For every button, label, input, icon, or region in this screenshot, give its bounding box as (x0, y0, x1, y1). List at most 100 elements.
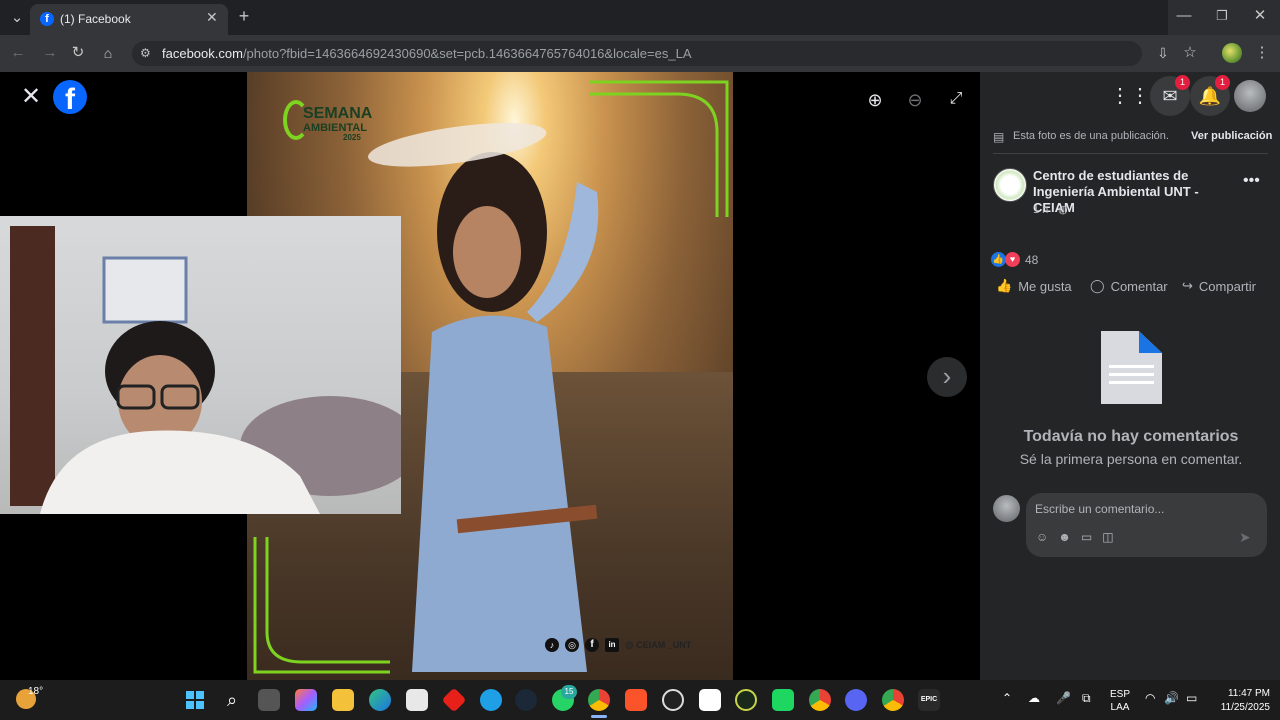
back-icon[interactable]: ← (8, 43, 28, 63)
brave-icon[interactable] (625, 689, 647, 711)
copilot-icon[interactable] (295, 689, 317, 711)
wifi-icon[interactable]: ◠ (1145, 691, 1155, 705)
forward-icon[interactable]: → (40, 43, 60, 63)
restore-icon[interactable]: ❐ (1212, 6, 1232, 26)
facebook-logo-icon[interactable]: f (53, 80, 87, 114)
facebook-small-icon: f (585, 638, 599, 652)
doc-icon: ▤ (993, 130, 1005, 144)
fullscreen-icon[interactable]: ⤢ (945, 90, 967, 112)
comment-label: Comentar (1110, 278, 1168, 294)
green-app-icon[interactable] (772, 689, 794, 711)
bookmark-star-icon[interactable]: ☆ (1180, 43, 1200, 63)
avatar-sticker-icon[interactable]: ☺ (1036, 530, 1048, 544)
obs-icon[interactable] (662, 689, 684, 711)
like-button[interactable]: 👍 Me gusta (996, 276, 1086, 296)
profile-avatar[interactable] (1222, 43, 1242, 63)
tab-close-icon[interactable]: ✕ (206, 9, 218, 26)
task-view-icon[interactable] (258, 689, 280, 711)
share-button[interactable]: ↪ Compartir (1182, 276, 1278, 296)
comment-button[interactable]: ◯ Comentar (1090, 276, 1180, 296)
store-icon[interactable] (406, 689, 428, 711)
facebook-favicon-icon: f (40, 12, 54, 26)
volume-icon[interactable]: 🔊 (1164, 691, 1179, 705)
next-photo-button[interactable]: › (927, 357, 967, 397)
url-domain: facebook.com (162, 46, 243, 61)
edge-icon[interactable] (369, 689, 391, 711)
thumbs-up-icon: 👍 (996, 278, 1013, 293)
webcam-feed (10, 226, 401, 514)
view-post-link[interactable]: Ver publicación (1191, 130, 1272, 142)
tray-chevron-icon[interactable]: ⌃ (1002, 691, 1012, 705)
sticker-icon[interactable]: ◫ (1102, 530, 1113, 544)
menu-dots-icon[interactable]: ⋮ (1252, 43, 1272, 63)
capcut-icon[interactable] (699, 689, 721, 711)
chrome-profile-icon[interactable] (809, 689, 831, 711)
reaction-count[interactable]: 48 (1025, 253, 1038, 267)
page-avatar[interactable] (993, 168, 1027, 202)
divider (993, 153, 1268, 154)
address-bar[interactable]: ⚙ facebook.com/photo?fbid=14636646924306… (132, 41, 1142, 66)
zoom-in-icon[interactable]: ⊕ (864, 90, 886, 112)
post-notice: Esta foto es de una publicación. (1013, 130, 1169, 142)
url-path: /photo?fbid=1463664692430690&set=pcb.146… (242, 46, 692, 61)
share-arrow-icon: ↪ (1182, 278, 1193, 293)
install-app-icon[interactable]: ⇩ (1153, 43, 1173, 63)
composer-tools: ☺ ☻ ▭ ◫ (1036, 530, 1114, 544)
empty-title: Todavía no hay comentarios (1023, 428, 1239, 445)
zoom-out-icon[interactable]: ⊖ (904, 90, 926, 112)
social-handles: ♪ ◎ f in @ CEIAM _UNT (545, 638, 691, 652)
chrome-alt-icon[interactable] (882, 689, 904, 711)
account-avatar[interactable] (1234, 80, 1266, 112)
file-explorer-icon[interactable] (332, 689, 354, 711)
notifications-badge: 1 (1215, 75, 1230, 90)
start-windows-icon[interactable] (184, 689, 206, 711)
comment-input[interactable]: Escribe un comentario... (1035, 502, 1164, 516)
weather-temp: 18° (28, 686, 44, 697)
love-reaction-icon: ♥ (1005, 252, 1020, 267)
new-tab-icon[interactable]: + (234, 6, 254, 26)
search-icon[interactable]: ⌕ (221, 689, 243, 711)
microphone-icon[interactable]: 🎤 (1056, 691, 1071, 705)
site-info-icon[interactable]: ⚙ (140, 41, 151, 66)
globe-icon: ◍ (1058, 204, 1068, 216)
close-window-icon[interactable]: ✕ (1250, 6, 1270, 26)
gif-icon[interactable]: ▭ (1081, 530, 1092, 544)
discord-icon[interactable] (845, 689, 867, 711)
onedrive-icon[interactable]: ☁ (1028, 691, 1040, 705)
share-label: Compartir (1198, 278, 1256, 294)
blue-app-icon[interactable] (480, 689, 502, 711)
minimize-icon[interactable]: — (1174, 6, 1194, 26)
like-label: Me gusta (1018, 278, 1072, 294)
reload-icon[interactable]: ↻ (68, 43, 88, 63)
emoji-icon[interactable]: ☻ (1058, 530, 1071, 544)
more-options-icon[interactable]: ••• (1243, 172, 1260, 190)
like-reaction-icon: 👍 (991, 252, 1006, 267)
clock[interactable]: 11:47 PM 11/25/2025 (1206, 687, 1270, 715)
tab-search-chevron-icon[interactable]: ⌄ (6, 8, 28, 28)
post-time-text: 1 h (1033, 204, 1049, 216)
whatsapp-badge: 15 (561, 685, 577, 699)
apps-menu-icon[interactable]: ⋮⋮ (1110, 76, 1150, 116)
app-icon-2[interactable] (735, 689, 757, 711)
logo-year: 2025 (343, 133, 361, 142)
browser-tab[interactable]: f (1) Facebook ✕ (30, 4, 228, 35)
epic-games-icon[interactable]: EPIC (918, 689, 940, 711)
home-icon[interactable]: ⌂ (98, 43, 118, 63)
webcam-overlay (0, 216, 401, 514)
send-icon[interactable]: ➤ (1239, 529, 1251, 546)
linkedin-icon: in (605, 638, 619, 652)
close-viewer-icon[interactable]: ✕ (18, 84, 44, 110)
keyboard-layout: LAA (1110, 702, 1130, 713)
chrome-icon[interactable] (588, 689, 610, 711)
comment-composer[interactable]: Escribe un comentario... ☺ ☻ ▭ ◫ ➤ (1026, 493, 1267, 557)
steam-icon[interactable] (515, 689, 537, 711)
display-icon[interactable]: ⧉ (1082, 691, 1091, 706)
messenger-badge: 1 (1175, 75, 1190, 90)
logo-title: SEMANA (303, 105, 373, 122)
tab-title: (1) Facebook (60, 12, 131, 26)
social-handle-text: @ CEIAM _UNT (625, 640, 692, 650)
language-indicator[interactable]: ESP LAA (1110, 688, 1130, 714)
battery-icon[interactable]: ▭ (1186, 691, 1197, 705)
comment-bubble-icon: ◯ (1090, 278, 1105, 293)
composer-avatar[interactable] (993, 495, 1020, 522)
